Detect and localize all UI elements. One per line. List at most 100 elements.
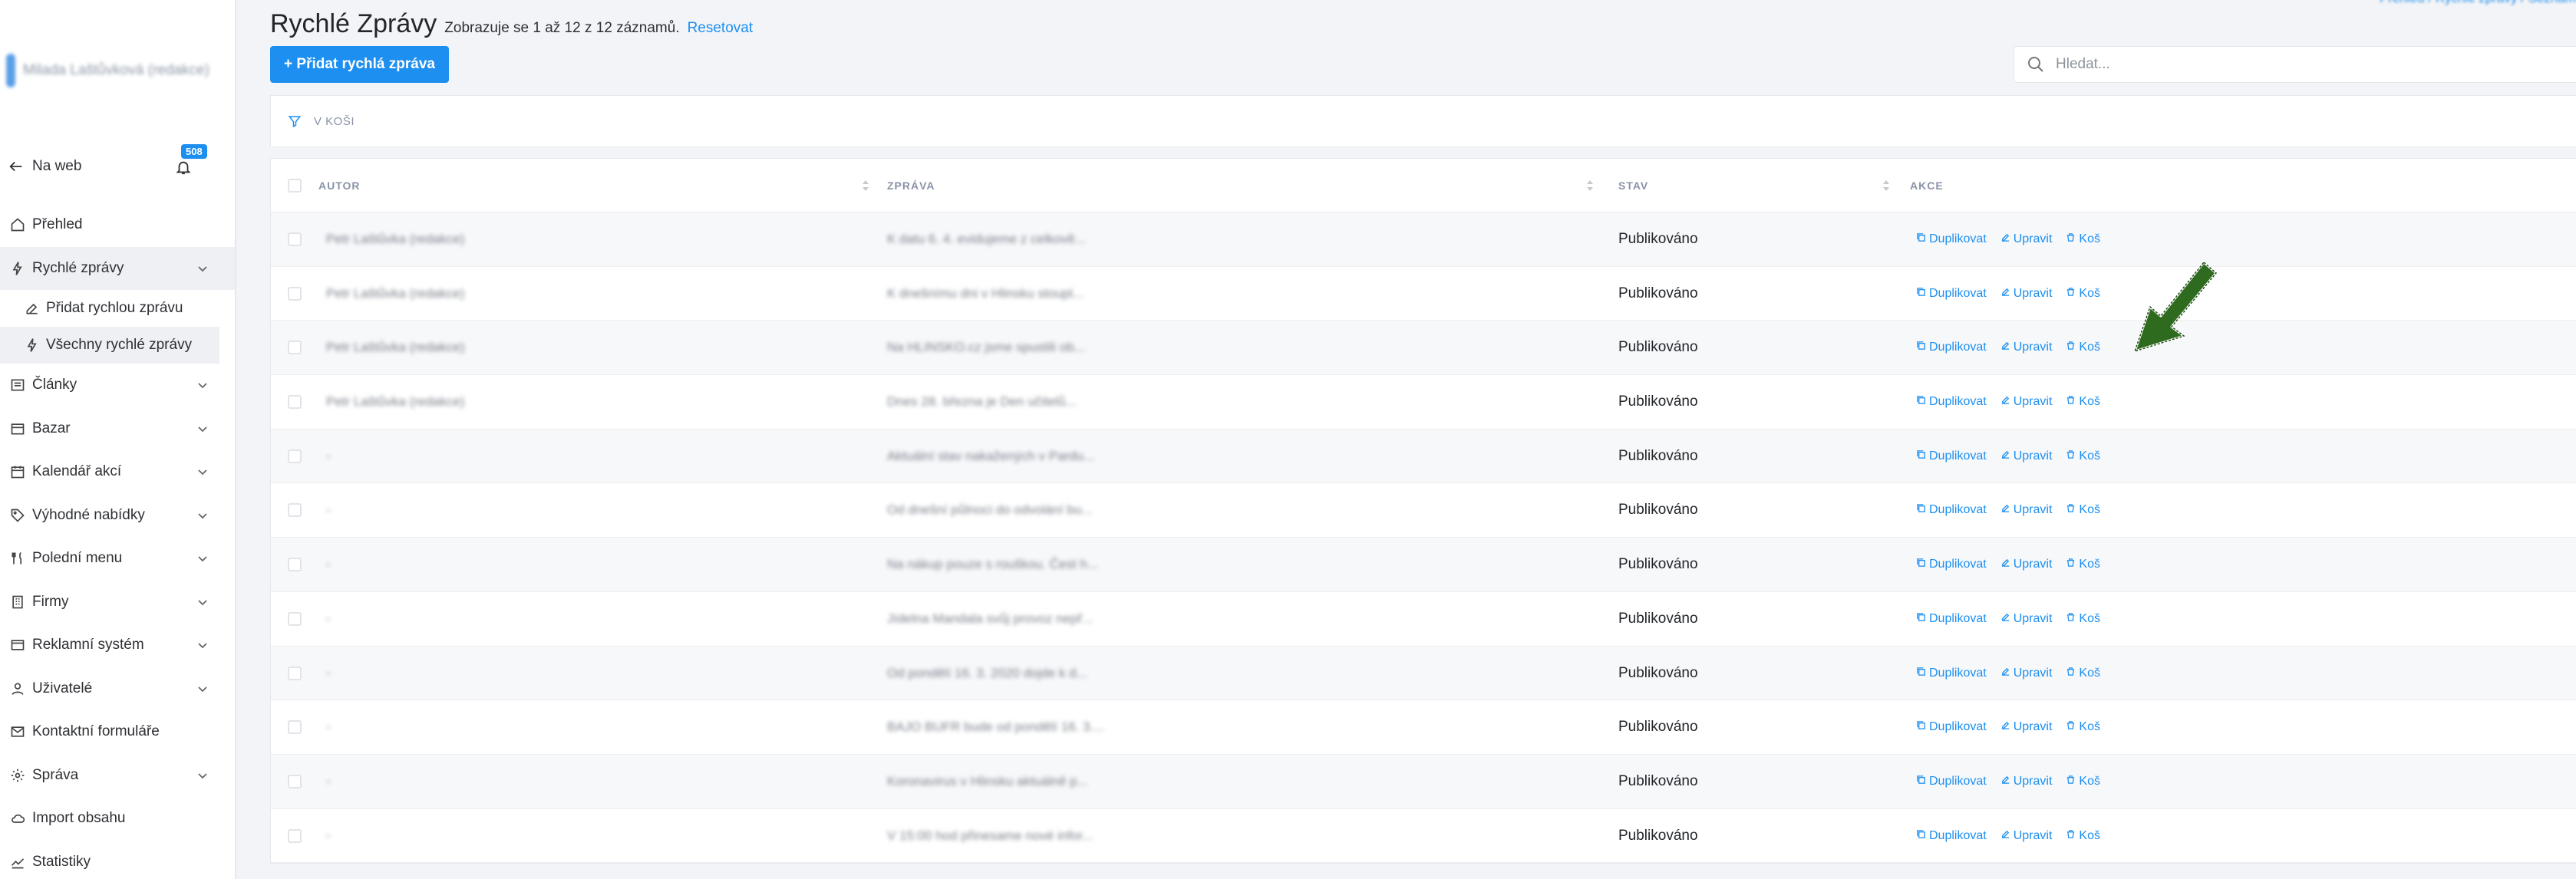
cell-author[interactable]: Petr Laštůvka (redakce) — [326, 212, 464, 266]
edit-button[interactable]: Upravit — [2000, 720, 2052, 734]
search-input[interactable] — [2056, 56, 2516, 73]
trash-button[interactable]: Koš — [2066, 775, 2100, 788]
cell-message[interactable]: V 15:00 hod přinesame nové infor... — [887, 809, 1093, 863]
duplicate-button[interactable]: Duplikovat — [1916, 720, 1987, 734]
cell-author[interactable]: Petr Laštůvka (redakce) — [326, 321, 464, 374]
sidebar-item-import-obsahu[interactable]: Import obsahu — [0, 797, 235, 841]
sidebar-item-clanky[interactable]: Články — [0, 364, 235, 407]
cell-author[interactable]: - — [326, 647, 331, 700]
cell-message[interactable]: Na nákup pouze s rouškou. Čest h... — [887, 538, 1098, 591]
duplicate-button[interactable]: Duplikovat — [1916, 287, 1987, 301]
trash-filter-label[interactable]: V KOŠI — [314, 115, 355, 128]
edit-button[interactable]: Upravit — [2000, 612, 2052, 626]
row-checkbox[interactable] — [288, 666, 302, 680]
sort-icon[interactable] — [1882, 179, 1890, 193]
edit-button[interactable]: Upravit — [2000, 503, 2052, 517]
cell-author[interactable]: - — [326, 809, 331, 863]
sidebar-item-kalendar[interactable]: Kalendář akcí — [0, 450, 235, 494]
edit-button[interactable]: Upravit — [2000, 287, 2052, 301]
duplicate-button[interactable]: Duplikovat — [1916, 775, 1987, 788]
row-checkbox[interactable] — [288, 503, 302, 518]
cell-message[interactable]: Dnes 28. března je Den učitelů... — [887, 375, 1077, 429]
sidebar-item-sprava[interactable]: Správa — [0, 754, 235, 798]
edit-button[interactable]: Upravit — [2000, 558, 2052, 571]
row-checkbox[interactable] — [288, 720, 302, 735]
cell-author[interactable]: - — [326, 755, 331, 808]
cell-author[interactable]: - — [326, 483, 331, 537]
cell-message[interactable]: Jídelna Mandala svůj provoz nepř... — [887, 592, 1093, 646]
cell-message[interactable]: K dnešnímu dni v Hlinsku stoupl... — [887, 267, 1084, 321]
sort-icon[interactable] — [862, 179, 869, 193]
edit-button[interactable]: Upravit — [2000, 775, 2052, 788]
edit-button[interactable]: Upravit — [2000, 449, 2052, 463]
reset-link[interactable]: Resetovat — [688, 20, 754, 37]
cell-author[interactable]: Petr Laštůvka (redakce) — [326, 267, 464, 321]
brand[interactable]: Milada Laštůvková (redakce) — [6, 54, 209, 87]
row-checkbox[interactable] — [288, 232, 302, 246]
edit-button[interactable]: Upravit — [2000, 232, 2052, 246]
cell-message[interactable]: Na HLINSKO.cz jsme spustili ob... — [887, 321, 1085, 374]
sidebar-subitem-vsechny[interactable]: Všechny rychlé zprávy — [0, 327, 219, 364]
row-checkbox[interactable] — [288, 395, 302, 410]
sidebar-item-uzivatele[interactable]: Uživatelé — [0, 667, 235, 711]
cell-author[interactable]: - — [326, 592, 331, 646]
column-header-status[interactable]: STAV — [1618, 159, 1648, 212]
trash-button[interactable]: Koš — [2066, 232, 2100, 246]
sidebar-item-kontaktni-formulare[interactable]: Kontaktní formuláře — [0, 710, 235, 754]
column-header-message[interactable]: ZPRÁVA — [887, 159, 935, 212]
edit-button[interactable]: Upravit — [2000, 341, 2052, 354]
trash-button[interactable]: Koš — [2066, 667, 2100, 680]
cell-message[interactable]: Aktuální stav nakažených v Pardu... — [887, 430, 1094, 483]
duplicate-button[interactable]: Duplikovat — [1916, 449, 1987, 463]
trash-button[interactable]: Koš — [2066, 829, 2100, 843]
duplicate-button[interactable]: Duplikovat — [1916, 612, 1987, 626]
duplicate-button[interactable]: Duplikovat — [1916, 667, 1987, 680]
trash-button[interactable]: Koš — [2066, 287, 2100, 301]
trash-button[interactable]: Koš — [2066, 612, 2100, 626]
edit-button[interactable]: Upravit — [2000, 829, 2052, 843]
duplicate-button[interactable]: Duplikovat — [1916, 503, 1987, 517]
sidebar-item-firmy[interactable]: Firmy — [0, 581, 235, 624]
row-checkbox[interactable] — [288, 341, 302, 355]
add-quick-news-button[interactable]: + Přidat rychlá zpráva — [270, 46, 449, 83]
sidebar-item-vyhodne-nabidky[interactable]: Výhodné nabídky — [0, 494, 235, 538]
cell-message[interactable]: Od pondělí 16. 3. 2020 dojde k d... — [887, 647, 1087, 700]
cell-author[interactable]: - — [326, 430, 331, 483]
breadcrumb[interactable]: Přehled / Rychlé zprávy / Seznam — [2380, 0, 2576, 6]
cell-message[interactable]: Od dnešní půlnoci do odvolání bu... — [887, 483, 1092, 537]
trash-button[interactable]: Koš — [2066, 720, 2100, 734]
row-checkbox[interactable] — [288, 558, 302, 572]
duplicate-button[interactable]: Duplikovat — [1916, 232, 1987, 246]
column-header-author[interactable]: AUTOR — [318, 159, 361, 212]
trash-button[interactable]: Koš — [2066, 449, 2100, 463]
duplicate-button[interactable]: Duplikovat — [1916, 341, 1987, 354]
sidebar-item-bazar[interactable]: Bazar — [0, 407, 235, 451]
sidebar-item-statistiky[interactable]: Statistiky — [0, 841, 235, 879]
sidebar-item-reklamni-system[interactable]: Reklamní systém — [0, 624, 235, 667]
sidebar-item-prehled[interactable]: Přehled — [0, 203, 235, 247]
trash-button[interactable]: Koš — [2066, 395, 2100, 409]
cell-author[interactable]: - — [326, 538, 331, 591]
sidebar-item-rychle-zpravy[interactable]: Rychlé zprávy — [0, 246, 235, 290]
duplicate-button[interactable]: Duplikovat — [1916, 558, 1987, 571]
row-checkbox[interactable] — [288, 828, 302, 843]
duplicate-button[interactable]: Duplikovat — [1916, 395, 1987, 409]
trash-button[interactable]: Koš — [2066, 341, 2100, 354]
cell-message[interactable]: K datu 6. 4. evidujeme z celkově... — [887, 212, 1086, 266]
trash-button[interactable]: Koš — [2066, 503, 2100, 517]
cell-message[interactable]: Koronavirus v Hlinsku aktuálně p... — [887, 755, 1088, 808]
notifications-button[interactable]: 508 — [175, 144, 207, 179]
sort-icon[interactable] — [1586, 179, 1594, 193]
row-checkbox[interactable] — [288, 774, 302, 788]
cell-message[interactable]: BAJO BUFR bude od pondělí 16. 3.... — [887, 700, 1105, 754]
duplicate-button[interactable]: Duplikovat — [1916, 829, 1987, 843]
edit-button[interactable]: Upravit — [2000, 667, 2052, 680]
cell-author[interactable]: - — [326, 700, 331, 754]
edit-button[interactable]: Upravit — [2000, 395, 2052, 409]
row-checkbox[interactable] — [288, 286, 302, 301]
row-checkbox[interactable] — [288, 611, 302, 626]
sidebar-item-poledni-menu[interactable]: Polední menu — [0, 537, 235, 581]
filter-icon[interactable] — [288, 114, 302, 128]
select-all-checkbox[interactable] — [288, 179, 302, 193]
sidebar-subitem-pridat[interactable]: Přidat rychlou zprávu — [0, 290, 235, 327]
